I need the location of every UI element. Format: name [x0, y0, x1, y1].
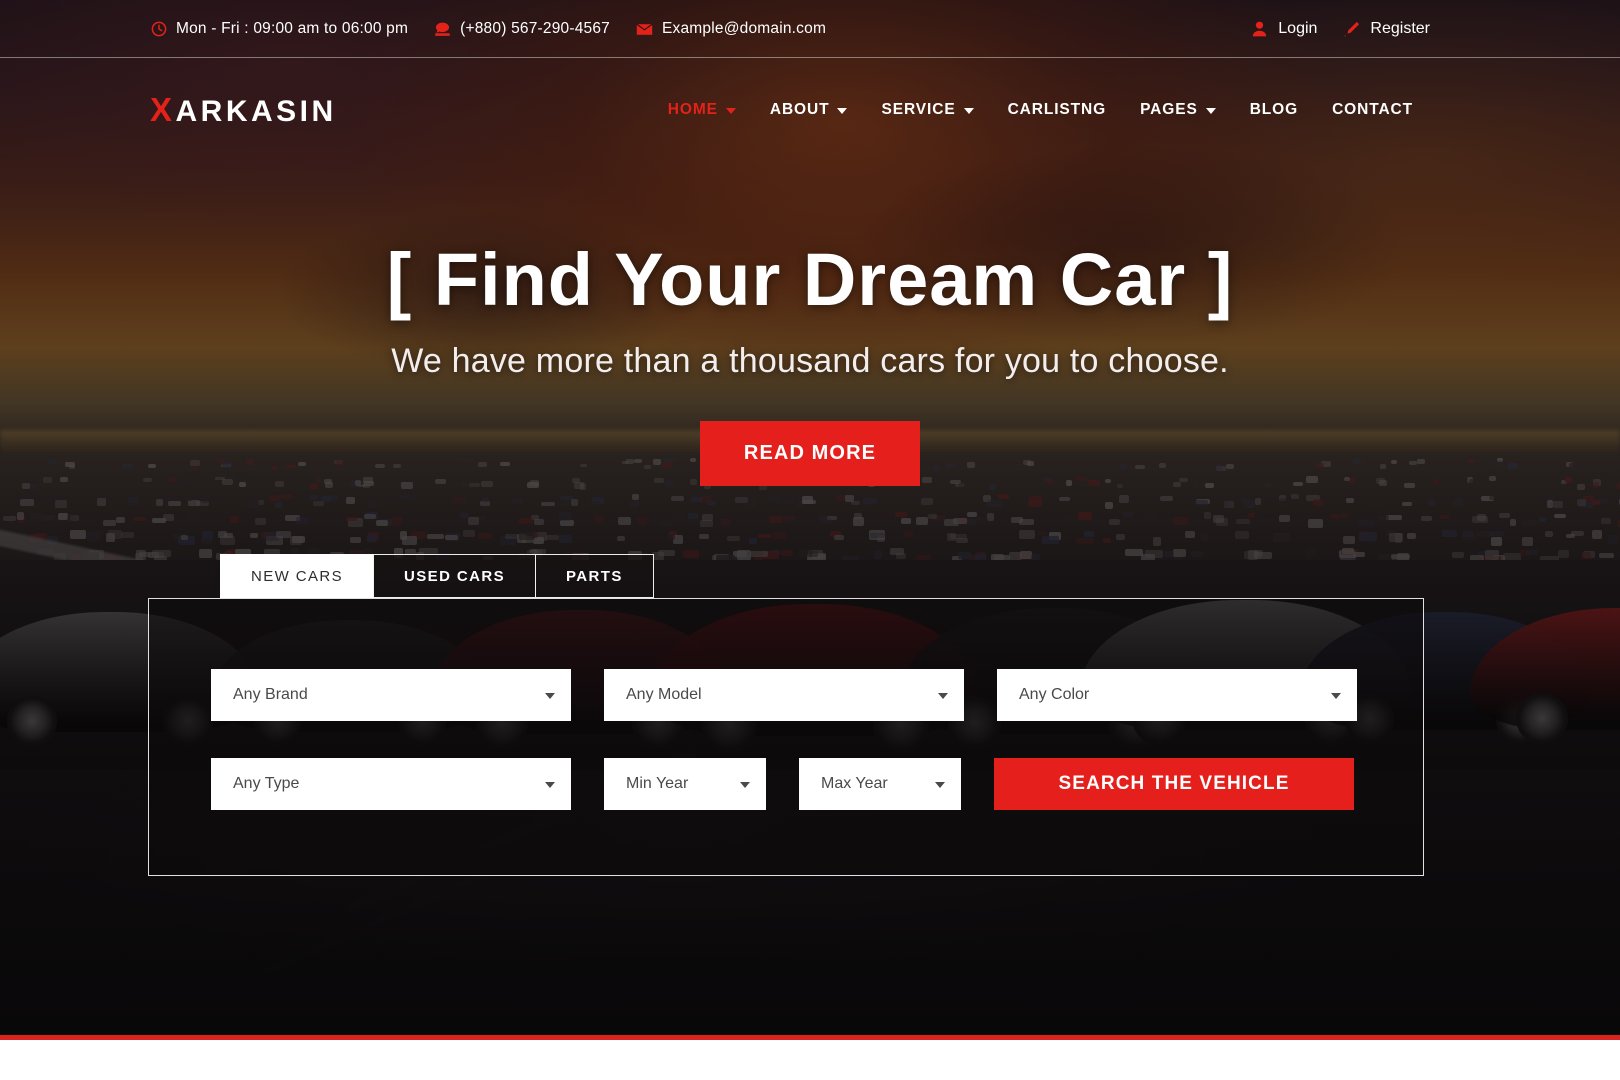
hero-title: [ Find Your Dream Car ]	[386, 238, 1234, 321]
nav-item-blog[interactable]: BLOG	[1233, 101, 1315, 119]
phone-icon	[434, 21, 451, 38]
site-header: XARKASIN HOME ABOUT SERVICE CARLISTNG PA…	[0, 58, 1620, 162]
tab-parts[interactable]: PARTS	[535, 554, 654, 598]
hero-content: [ Find Your Dream Car ] We have more tha…	[0, 240, 1620, 486]
color-select-value: Any Color	[1019, 686, 1090, 703]
chevron-down-icon	[725, 108, 736, 114]
type-select-value: Any Type	[233, 775, 300, 792]
topbar-email-text: Example@domain.com	[662, 20, 827, 37]
topbar-phone[interactable]: (+880) 567-290-4567	[434, 20, 610, 38]
user-icon	[1251, 21, 1268, 38]
nav-item-contact[interactable]: CONTACT	[1315, 101, 1430, 119]
hero-subtitle: We have more than a thousand cars for yo…	[391, 341, 1229, 380]
brand-select[interactable]: Any Brand	[211, 669, 571, 721]
chevron-down-icon	[935, 782, 945, 788]
color-select[interactable]: Any Color	[997, 669, 1357, 721]
chevron-down-icon	[837, 108, 848, 114]
logo-x-mark: X	[150, 91, 176, 128]
search-row-2: Any Type Min Year Max Year SEARCH THE VE…	[211, 758, 1354, 810]
search-row-1: Any Brand Any Model Any Color	[211, 669, 1357, 721]
main-navigation: HOME ABOUT SERVICE CARLISTNG PAGES BLOG	[651, 101, 1430, 119]
nav-label: HOME	[667, 101, 718, 118]
search-tabs: NEW CARS USED CARS PARTS	[220, 554, 654, 598]
nav-item-pages[interactable]: PAGES	[1123, 101, 1233, 119]
footer-white-strip	[0, 1040, 1620, 1080]
read-more-button[interactable]: READ MORE	[699, 420, 921, 486]
nav-label: SERVICE	[881, 101, 956, 118]
topbar-hours-text: Mon - Fri : 09:00 am to 06:00 pm	[176, 20, 409, 37]
clock-icon	[150, 21, 167, 38]
vehicle-search-panel: Any Brand Any Model Any Color Any Type M…	[148, 598, 1424, 876]
chevron-down-icon	[938, 693, 948, 699]
chevron-down-icon	[1331, 693, 1341, 699]
model-select-value: Any Model	[626, 686, 702, 703]
chevron-down-icon	[1205, 108, 1216, 114]
nav-label: ABOUT	[769, 101, 830, 118]
model-select[interactable]: Any Model	[604, 669, 964, 721]
chevron-down-icon	[740, 782, 750, 788]
topbar-account-group: Login Register	[1251, 20, 1430, 38]
topbar: Mon - Fri : 09:00 am to 06:00 pm (+880) …	[0, 0, 1620, 58]
nav-item-home[interactable]: HOME	[651, 101, 753, 119]
nav-label: BLOG	[1249, 101, 1299, 118]
topbar-hours: Mon - Fri : 09:00 am to 06:00 pm	[150, 20, 408, 38]
chevron-down-icon	[963, 108, 974, 114]
brand-select-value: Any Brand	[233, 686, 308, 703]
max-year-select[interactable]: Max Year	[799, 758, 961, 810]
nav-item-carlistng[interactable]: CARLISTNG	[991, 101, 1124, 119]
min-year-select-value: Min Year	[626, 775, 689, 792]
nav-item-about[interactable]: ABOUT	[753, 101, 865, 119]
search-vehicle-button[interactable]: SEARCH THE VEHICLE	[994, 758, 1354, 810]
site-logo[interactable]: XARKASIN	[150, 91, 337, 129]
pencil-icon	[1343, 21, 1360, 38]
login-label: Login	[1278, 20, 1318, 37]
nav-label: CONTACT	[1332, 101, 1413, 118]
chevron-down-icon	[545, 693, 555, 699]
nav-label: PAGES	[1140, 101, 1198, 118]
register-link[interactable]: Register	[1343, 20, 1430, 38]
nav-item-service[interactable]: SERVICE	[864, 101, 990, 119]
topbar-phone-text: (+880) 567-290-4567	[460, 20, 610, 37]
tab-used-cars[interactable]: USED CARS	[373, 554, 536, 598]
login-link[interactable]: Login	[1251, 20, 1317, 38]
type-select[interactable]: Any Type	[211, 758, 571, 810]
topbar-contact-group: Mon - Fri : 09:00 am to 06:00 pm (+880) …	[150, 20, 826, 38]
logo-text: ARKASIN	[175, 95, 337, 128]
nav-label: CARLISTNG	[1007, 101, 1107, 118]
register-label: Register	[1370, 20, 1430, 37]
page-root: Mon - Fri : 09:00 am to 06:00 pm (+880) …	[0, 0, 1620, 1080]
envelope-icon	[636, 21, 653, 38]
min-year-select[interactable]: Min Year	[604, 758, 766, 810]
tab-new-cars[interactable]: NEW CARS	[220, 554, 375, 598]
topbar-email[interactable]: Example@domain.com	[636, 20, 826, 38]
max-year-select-value: Max Year	[821, 775, 888, 792]
chevron-down-icon	[545, 782, 555, 788]
